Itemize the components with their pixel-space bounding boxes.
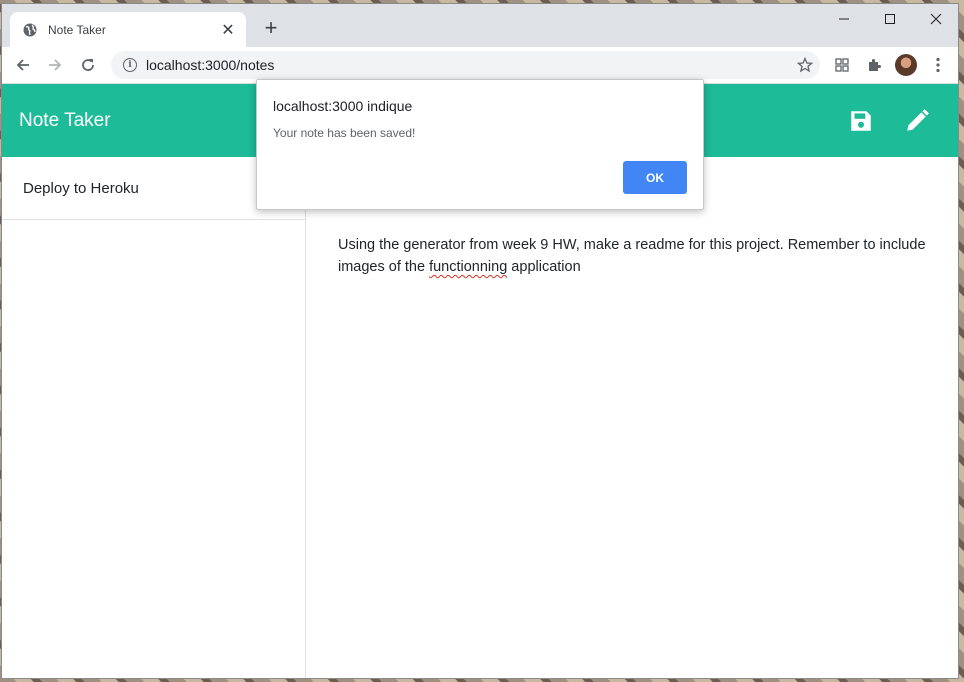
save-note-icon[interactable]: [848, 108, 874, 134]
back-arrow-icon[interactable]: [11, 53, 35, 77]
avatar: [895, 54, 917, 76]
browser-tab[interactable]: Note Taker ✕: [10, 12, 246, 47]
tab-title: Note Taker: [48, 22, 106, 37]
bookmark-star-icon[interactable]: [790, 57, 820, 73]
ok-button[interactable]: OK: [623, 161, 687, 194]
new-note-pencil-icon[interactable]: [904, 108, 930, 134]
notes-sidebar: Deploy to Heroku: [2, 157, 306, 678]
forward-arrow-icon[interactable]: [43, 53, 67, 77]
extensions-puzzle-icon[interactable]: [862, 53, 886, 77]
tab-strip: Note Taker ✕ +: [2, 4, 958, 47]
note-textarea[interactable]: Using the generator from week 9 HW, make…: [338, 234, 938, 278]
apps-grid-icon[interactable]: [830, 53, 854, 77]
address-bar[interactable]: i localhost:3000/notes: [111, 51, 820, 79]
note-text: Using the generator from week 9 HW, make…: [338, 237, 926, 275]
minimize-icon[interactable]: [821, 4, 867, 34]
dialog-title: localhost:3000 indique: [273, 98, 413, 114]
close-tab-icon[interactable]: ✕: [220, 20, 236, 40]
misspelled-word: functionning: [429, 259, 508, 275]
note-text-end: application: [507, 259, 581, 275]
globe-icon: [22, 22, 38, 38]
app-brand[interactable]: Note Taker: [19, 110, 111, 132]
url-text: localhost:3000/notes: [146, 57, 275, 73]
reload-icon[interactable]: [76, 53, 100, 77]
new-tab-button[interactable]: +: [260, 17, 282, 39]
info-icon[interactable]: i: [123, 58, 137, 72]
dialog-message: Your note has been saved!: [273, 126, 416, 140]
alert-dialog: localhost:3000 indique Your note has bee…: [256, 79, 704, 210]
close-window-icon[interactable]: [913, 4, 958, 34]
maximize-icon[interactable]: [867, 4, 913, 34]
more-menu-icon[interactable]: [926, 53, 950, 77]
profile-avatar[interactable]: [894, 53, 918, 77]
